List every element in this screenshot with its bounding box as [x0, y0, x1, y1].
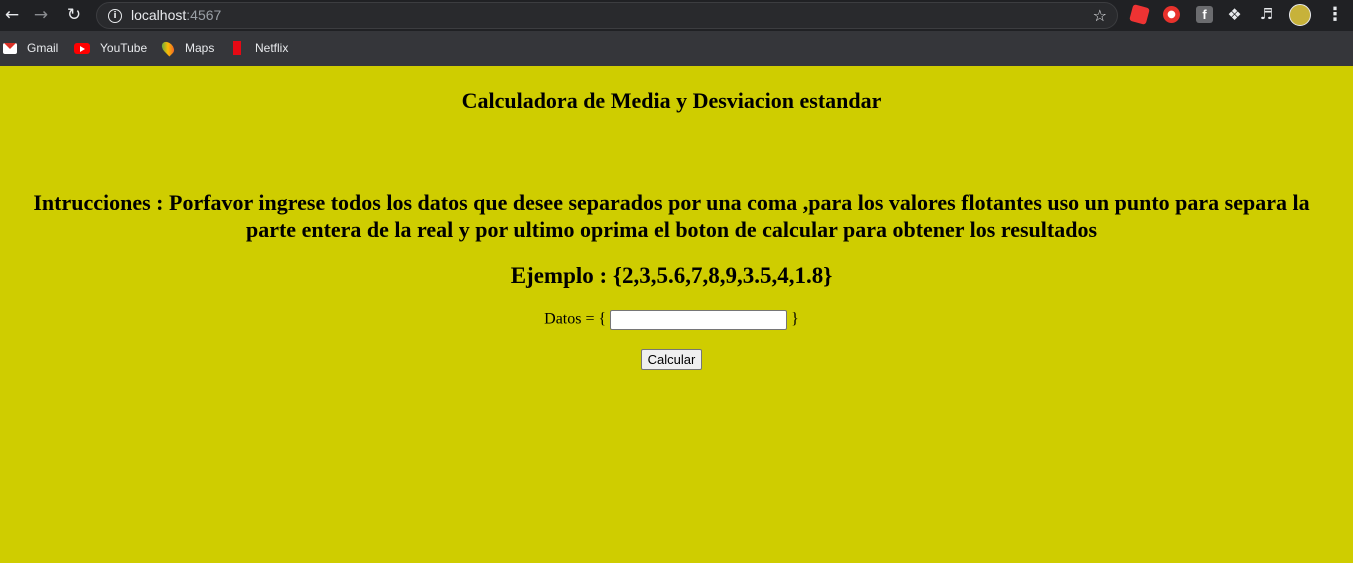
datos-input[interactable]: [610, 310, 788, 330]
address-bar[interactable]: i localhost:4567 ☆: [96, 2, 1118, 29]
gmail-icon: [3, 42, 17, 54]
media-control-icon[interactable]: ♬: [1258, 6, 1275, 23]
bookmarks-bar: Gmail YouTube Maps Netflix: [0, 31, 1353, 66]
bookmark-star-icon[interactable]: ☆: [1093, 6, 1107, 25]
bookmark-label: Maps: [185, 41, 215, 55]
url-host: localhost: [131, 7, 187, 23]
bookmark-label: Netflix: [255, 41, 289, 55]
facebook-extension-icon[interactable]: f: [1196, 6, 1213, 23]
bookmark-netflix[interactable]: Netflix: [233, 40, 288, 56]
back-icon[interactable]: ←: [1, 4, 23, 26]
bookmark-label: YouTube: [100, 41, 148, 55]
roblox-extension-icon[interactable]: [1129, 4, 1150, 25]
extensions-puzzle-icon[interactable]: ❖: [1226, 6, 1243, 23]
page-title: Calculadora de Media y Desviacion estand…: [461, 88, 882, 113]
youtube-icon: [74, 42, 90, 54]
site-info-icon[interactable]: i: [108, 9, 122, 23]
bookmark-youtube[interactable]: YouTube: [74, 40, 147, 56]
maps-icon: [159, 39, 177, 57]
datos-prefix-label: Datos = {: [544, 310, 607, 328]
url-text[interactable]: localhost:4567: [131, 7, 221, 23]
bookmark-maps[interactable]: Maps: [159, 39, 215, 57]
browser-chrome: ← → ↻ i localhost:4567 ☆ ● f ❖ ♬ ⋮ Gmail…: [0, 0, 1353, 66]
profile-avatar[interactable]: [1289, 4, 1311, 26]
forward-icon[interactable]: →: [30, 4, 52, 26]
url-port: :4567: [186, 7, 222, 23]
browser-toolbar: ← → ↻ i localhost:4567 ☆ ● f ❖ ♬ ⋮: [0, 0, 1353, 31]
page-content: Calculadora de Media y Desviacion estand…: [0, 66, 1353, 563]
bookmark-gmail[interactable]: Gmail: [3, 40, 58, 56]
bookmark-label: Gmail: [27, 41, 59, 55]
example-text: Ejemplo : {2,3,5.6,7,8,9,3.5,4,1.8}: [510, 263, 833, 288]
calcular-button[interactable]: Calcular: [640, 349, 703, 370]
browser-menu-icon[interactable]: ⋮: [1326, 4, 1344, 26]
datos-form-row: Datos = { }: [0, 310, 1343, 330]
netflix-icon: [233, 41, 241, 55]
datos-suffix-label: }: [791, 310, 799, 328]
reload-icon[interactable]: ↻: [63, 4, 85, 26]
instructions-text: Intrucciones : Porfavor ingrese todos lo…: [33, 190, 1310, 242]
button-row: Calcular: [0, 349, 1343, 370]
red-extension-icon[interactable]: ●: [1163, 6, 1180, 23]
